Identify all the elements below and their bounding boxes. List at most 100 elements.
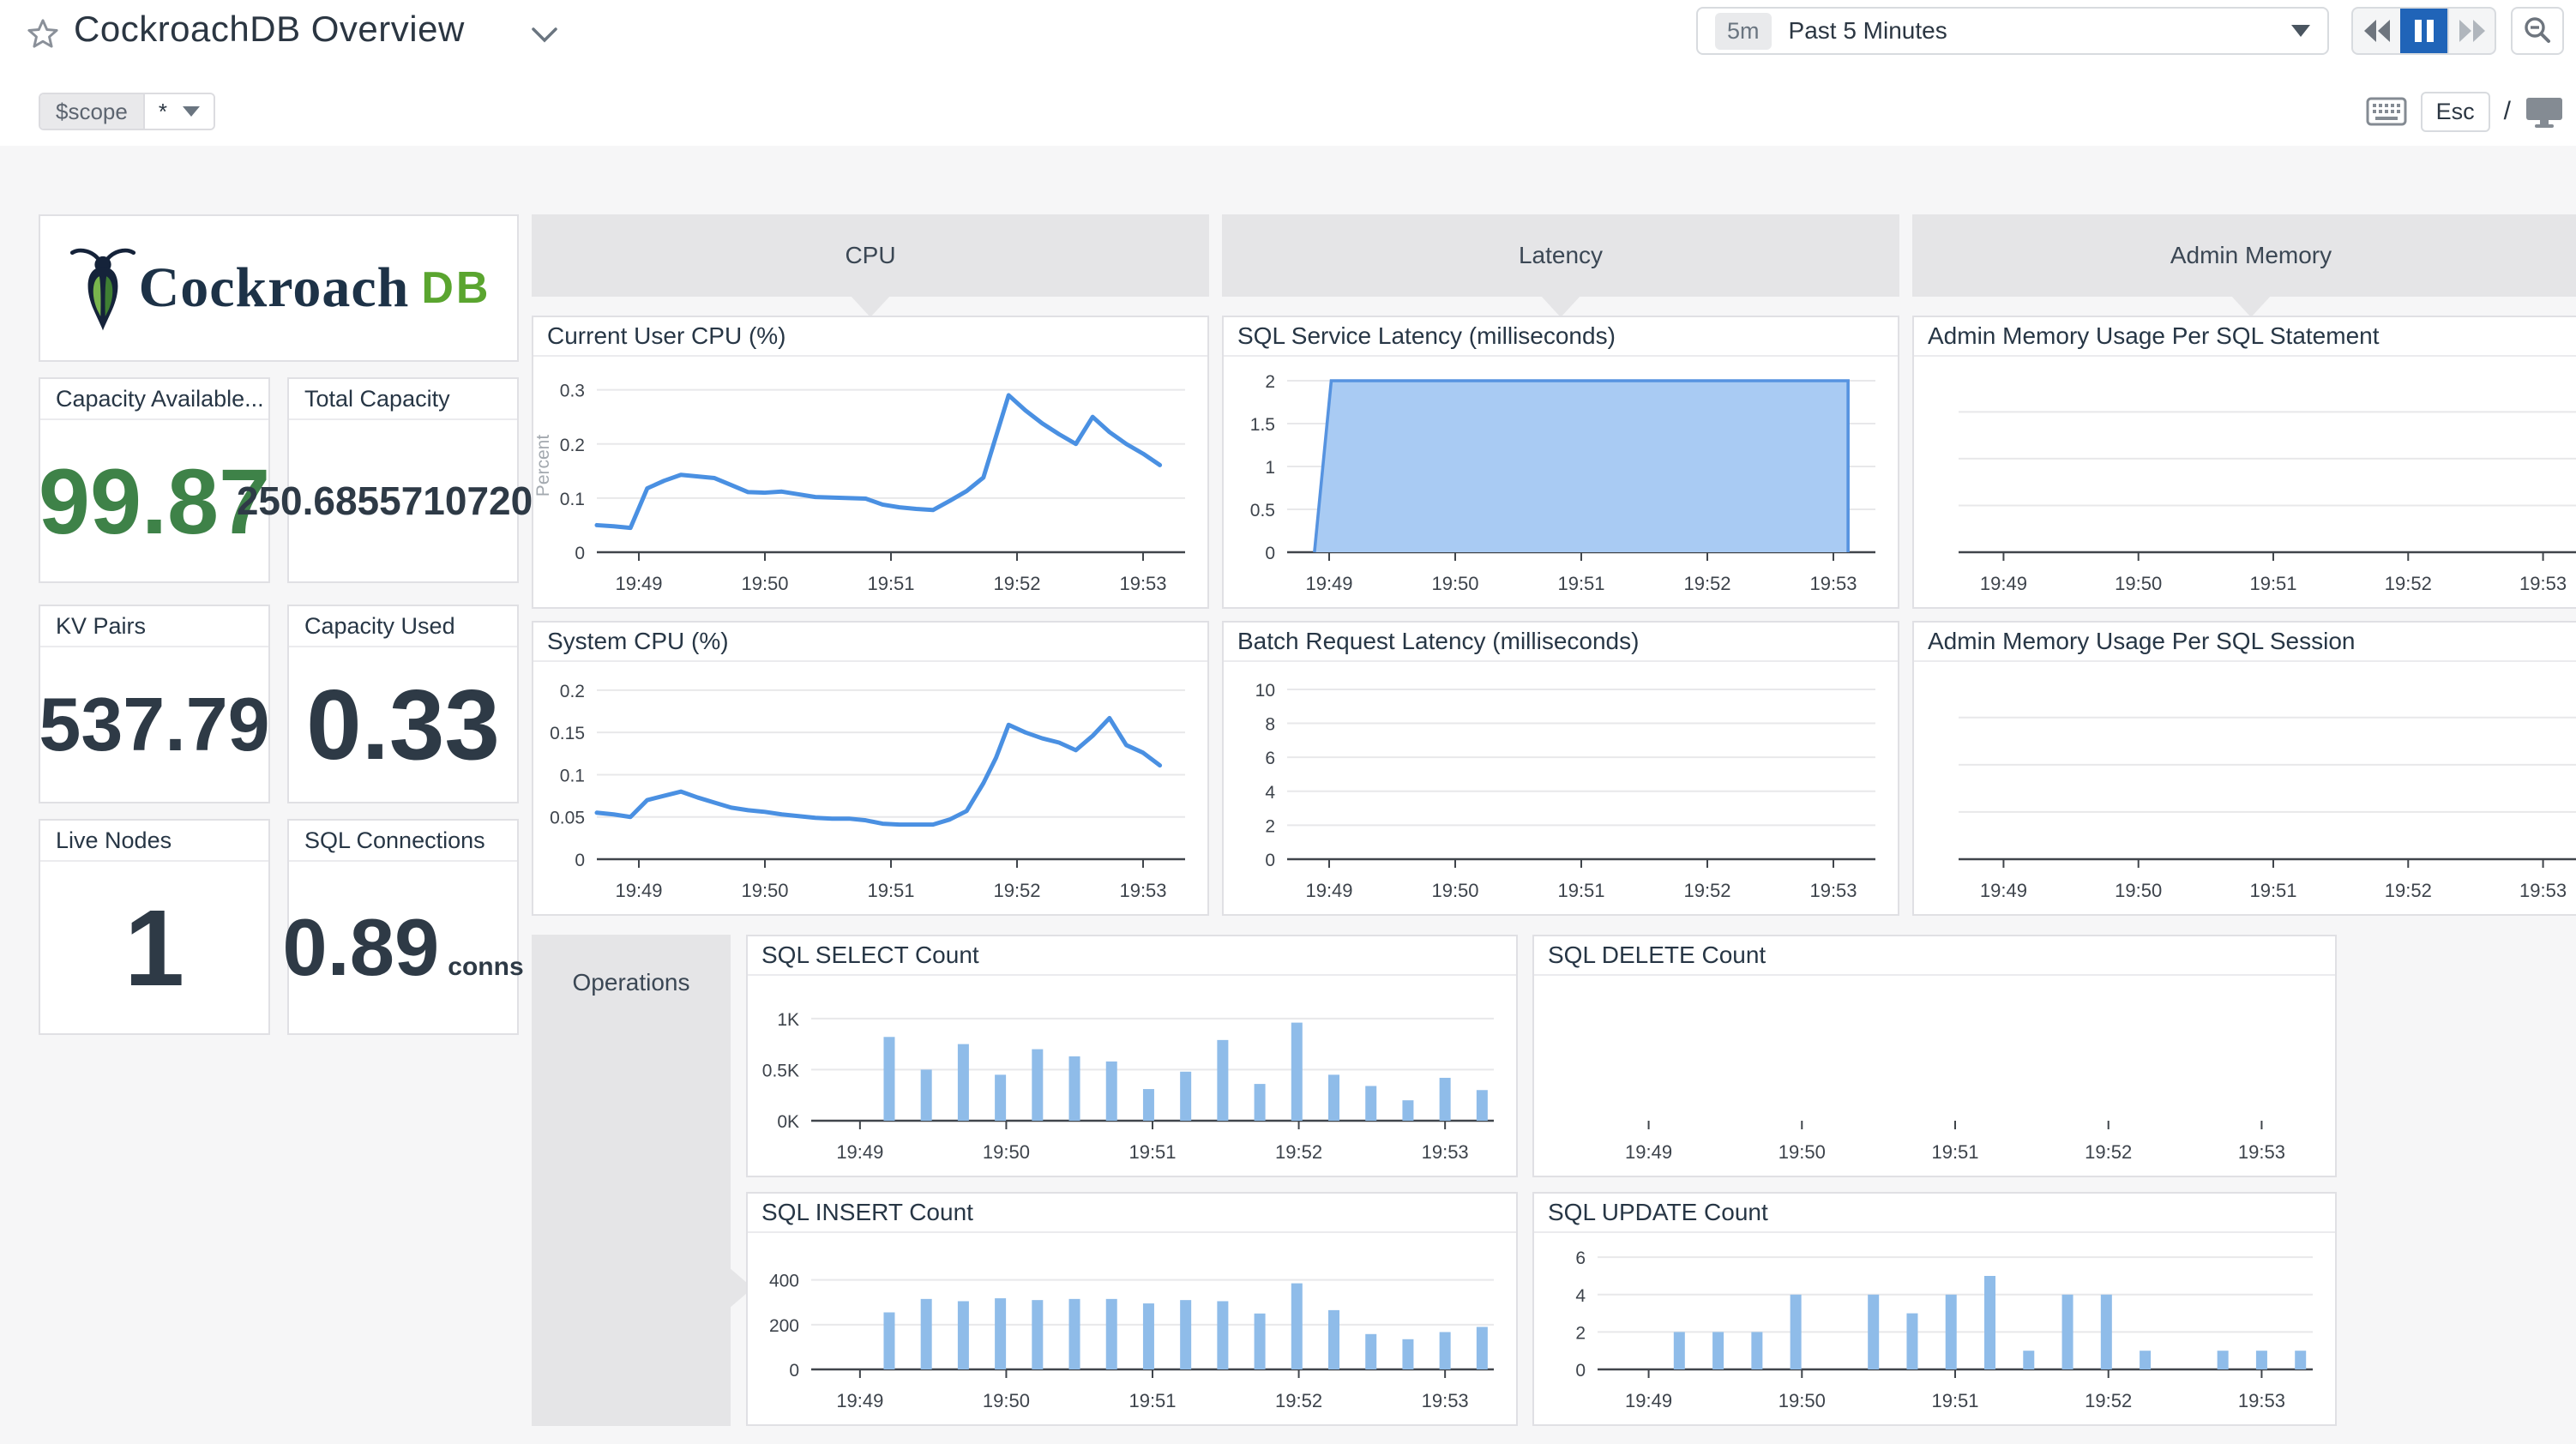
stat-value: 0.89	[282, 902, 440, 992]
chart-title: Batch Request Latency (milliseconds)	[1224, 623, 1898, 662]
chart-card-current-user-cpu: Current User CPU (%) 0 0.1 0.2 0.3 19:49 19:5…	[532, 316, 1209, 609]
stat-title: Live Nodes	[40, 821, 268, 862]
svg-text:19:53: 19:53	[2519, 573, 2567, 594]
stat-title: Total Capacity	[289, 379, 517, 420]
section-notch	[1540, 295, 1581, 317]
favorite-star-icon[interactable]	[24, 15, 62, 53]
svg-text:19:53: 19:53	[1422, 1141, 1469, 1163]
svg-text:19:51: 19:51	[1931, 1390, 1978, 1411]
scope-value-select[interactable]: *	[142, 94, 214, 129]
scope-caret-icon	[182, 106, 200, 117]
cockroach-logo-icon	[69, 248, 135, 331]
section-label: CPU	[845, 242, 896, 268]
svg-text:19:51: 19:51	[2249, 880, 2296, 901]
svg-text:19:49: 19:49	[1305, 573, 1352, 594]
rewind-icon	[2363, 20, 2390, 42]
chart-title: SQL UPDATE Count	[1534, 1194, 2335, 1233]
chart-card-sql-delete: SQL DELETE Count 19:49 19:50 19:51 19:52 19:…	[1532, 935, 2337, 1177]
svg-text:0.2: 0.2	[560, 436, 585, 455]
svg-text:0.5: 0.5	[1250, 501, 1275, 520]
svg-text:6: 6	[1265, 749, 1275, 768]
svg-text:19:51: 19:51	[867, 573, 914, 594]
svg-text:8: 8	[1265, 715, 1275, 735]
tv-screen-icon[interactable]	[2525, 94, 2564, 129]
page-title[interactable]: CockroachDB Overview	[74, 9, 465, 50]
svg-text:19:53: 19:53	[1809, 880, 1857, 901]
svg-text:0.3: 0.3	[560, 382, 585, 401]
svg-text:19:49: 19:49	[1625, 1141, 1672, 1163]
svg-text:4: 4	[1265, 783, 1275, 803]
chart-sql-insert-count[interactable]: 0 200 400 19:49 19:50 19:51 19:52 19:53	[748, 1233, 1516, 1424]
stat-title: KV Pairs	[40, 606, 268, 647]
svg-text:0: 0	[575, 851, 585, 870]
svg-text:19:53: 19:53	[1119, 880, 1166, 901]
svg-text:19:50: 19:50	[1779, 1141, 1826, 1163]
stat-value: 0.33	[306, 669, 500, 780]
svg-text:19:53: 19:53	[1119, 573, 1166, 594]
chart-sql-delete-count[interactable]: 19:49 19:50 19:51 19:52 19:53	[1534, 976, 2335, 1176]
svg-text:19:51: 19:51	[1557, 573, 1604, 594]
section-header-latency: Latency	[1222, 214, 1899, 317]
section-label: Operations	[572, 969, 690, 996]
template-variable-scope[interactable]: $scope *	[39, 93, 215, 130]
svg-text:0K: 0K	[777, 1112, 799, 1132]
svg-text:19:52: 19:52	[2385, 573, 2432, 594]
chevron-down-icon[interactable]	[530, 24, 559, 45]
time-shift-controls	[2351, 7, 2496, 55]
scope-variable-name: $scope	[40, 94, 143, 129]
svg-text:0.05: 0.05	[550, 809, 585, 828]
chart-sql-update-count[interactable]: 0 2 4 6 19:49 19:50 19:51 19:52 19:53	[1534, 1233, 2335, 1424]
slash-separator: /	[2503, 97, 2511, 125]
section-label: Admin Memory	[2170, 242, 2332, 268]
dashboard-page: CockroachDB Overview 5m Past 5 Minutes $…	[0, 0, 2576, 1444]
svg-text:19:51: 19:51	[1129, 1390, 1176, 1411]
scope-value: *	[158, 98, 167, 124]
chart-batch-request-latency[interactable]: 0 2 4 6 8 10 19:49 19:50 19:51 19:52 19:53	[1224, 662, 1898, 914]
chart-title: SQL SELECT Count	[748, 936, 1516, 976]
chart-title: SQL INSERT Count	[748, 1194, 1516, 1233]
zoom-out-button[interactable]	[2511, 7, 2564, 55]
svg-text:0.5K: 0.5K	[762, 1061, 799, 1080]
svg-text:10: 10	[1255, 681, 1275, 701]
chart-current-user-cpu[interactable]: 0 0.1 0.2 0.3 19:49 19:50 19:51 19:52 19:53 Perce…	[533, 357, 1207, 607]
logo-wordmark: Cockroach	[138, 256, 410, 319]
svg-text:1: 1	[1265, 458, 1275, 478]
svg-text:19:52: 19:52	[2085, 1141, 2132, 1163]
svg-text:19:51: 19:51	[1557, 880, 1604, 901]
chart-card-system-cpu: System CPU (%) 0 0.05 0.1 0.15 0.2 19:49 19:50…	[532, 621, 1209, 916]
rewind-button[interactable]	[2353, 9, 2400, 53]
svg-text:1K: 1K	[777, 1010, 799, 1030]
stat-unit: conns	[448, 953, 524, 981]
chart-card-batch-request-latency: Batch Request Latency (milliseconds) 0 2 4…	[1222, 621, 1899, 916]
svg-text:19:50: 19:50	[741, 880, 788, 901]
chart-system-cpu[interactable]: 0 0.05 0.1 0.15 0.2 19:49 19:50 19:51 19:52 19:53	[533, 662, 1207, 914]
fast-forward-button[interactable]	[2447, 9, 2495, 53]
svg-text:19:51: 19:51	[1129, 1141, 1176, 1163]
svg-text:19:49: 19:49	[836, 1390, 883, 1411]
svg-text:0: 0	[789, 1361, 799, 1381]
svg-text:19:49: 19:49	[615, 573, 662, 594]
svg-text:2: 2	[1265, 372, 1275, 392]
pause-button[interactable]	[2400, 9, 2447, 53]
esc-key-button[interactable]: Esc	[2420, 91, 2490, 132]
svg-text:19:51: 19:51	[2249, 573, 2296, 594]
cockroachdb-logo-card: Cockroach DB	[39, 214, 519, 362]
svg-text:19:50: 19:50	[2115, 880, 2162, 901]
chart-sql-service-latency[interactable]: 0 0.5 1 1.5 2 19:49 19:50 19:51 19:52 19:53	[1224, 357, 1898, 607]
chart-card-sql-update: SQL UPDATE Count 0 2 4 6 19:49 19:50 19:51 19:5…	[1532, 1192, 2337, 1426]
svg-text:0: 0	[1265, 851, 1275, 870]
svg-text:19:50: 19:50	[983, 1390, 1030, 1411]
chart-admin-mem-statement[interactable]: 19:49 19:50 19:51 19:52 19:53	[1914, 357, 2576, 607]
svg-text:19:50: 19:50	[1431, 573, 1478, 594]
svg-text:19:50: 19:50	[1431, 880, 1478, 901]
svg-text:19:52: 19:52	[2385, 880, 2432, 901]
stat-card-kv-pairs: KV Pairs 537.79	[39, 605, 270, 803]
chart-title: Current User CPU (%)	[533, 317, 1207, 357]
chart-sql-select-count[interactable]: 0K 0.5K 1K 19:49 19:50 19:51 19:52 19:53	[748, 976, 1516, 1176]
dashboard-canvas: Cockroach DB Capacity Available... 99.87…	[0, 146, 2576, 1444]
keyboard-icon[interactable]	[2366, 97, 2407, 126]
svg-text:19:49: 19:49	[1305, 880, 1352, 901]
chart-admin-mem-session[interactable]: 19:49 19:50 19:51 19:52 19:53	[1914, 662, 2576, 914]
chart-title: Admin Memory Usage Per SQL Session	[1914, 623, 2576, 662]
time-range-picker[interactable]: 5m Past 5 Minutes	[1696, 7, 2329, 55]
